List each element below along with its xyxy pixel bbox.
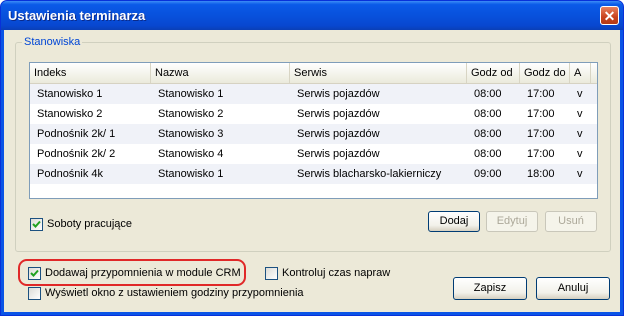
cell-serwis: Serwis pojazdów bbox=[297, 148, 380, 160]
cell-godz-od: 08:00 bbox=[474, 108, 502, 120]
usun-button[interactable]: Usuń bbox=[545, 211, 597, 232]
stanowiska-table[interactable]: Indeks Nazwa Serwis Godz od Godz do A St… bbox=[29, 62, 598, 199]
close-icon: ✕ bbox=[603, 8, 616, 24]
cell-serwis: Serwis blacharsko-lakierniczy bbox=[297, 168, 442, 180]
dialog-body: Stanowiska Indeks Nazwa Serwis Godz od G… bbox=[4, 30, 620, 312]
group-label: Stanowiska bbox=[22, 36, 83, 48]
cell-godz-od: 09:00 bbox=[474, 168, 502, 180]
cell-godz-do: 17:00 bbox=[527, 148, 555, 160]
column-header-nazwa[interactable]: Nazwa bbox=[151, 63, 290, 83]
cell-godz-do: 17:00 bbox=[527, 88, 555, 100]
cell-godz-do: 18:00 bbox=[527, 168, 555, 180]
column-header-godz-do[interactable]: Godz do bbox=[520, 63, 570, 83]
soboty-checkbox[interactable] bbox=[30, 217, 43, 231]
przypomnienia-checkbox-row[interactable]: Dodawaj przypomnienia w module CRM bbox=[28, 266, 241, 280]
cell-a: v bbox=[577, 88, 583, 100]
column-header-serwis[interactable]: Serwis bbox=[290, 63, 467, 83]
checkmark-icon bbox=[32, 220, 41, 228]
cell-serwis: Serwis pojazdów bbox=[297, 88, 380, 100]
kontroluj-label: Kontroluj czas napraw bbox=[282, 267, 391, 279]
window-title: Ustawienia terminarza bbox=[8, 8, 146, 23]
dodaj-button[interactable]: Dodaj bbox=[428, 211, 480, 232]
anuluj-button[interactable]: Anuluj bbox=[536, 277, 610, 300]
cell-indeks: Podnośnik 4k bbox=[37, 168, 104, 180]
okno-checkbox[interactable] bbox=[28, 286, 41, 300]
table-row[interactable]: Stanowisko 2 Stanowisko 2 Serwis pojazdó… bbox=[30, 104, 597, 124]
title-bar[interactable]: Ustawienia terminarza ✕ bbox=[1, 1, 623, 30]
cell-godz-od: 08:00 bbox=[474, 128, 502, 140]
cell-godz-do: 17:00 bbox=[527, 108, 555, 120]
kontroluj-checkbox[interactable] bbox=[265, 266, 278, 280]
cell-indeks: Stanowisko 2 bbox=[37, 108, 103, 120]
cell-godz-do: 17:00 bbox=[527, 128, 555, 140]
table-row[interactable]: Podnośnik 2k/ 1 Stanowisko 3 Serwis poja… bbox=[30, 124, 597, 144]
cell-a: v bbox=[577, 148, 583, 160]
okno-checkbox-row[interactable]: Wyświetl okno z ustawieniem godziny przy… bbox=[28, 286, 304, 300]
table-header: Indeks Nazwa Serwis Godz od Godz do A bbox=[30, 63, 597, 84]
przypomnienia-checkbox[interactable] bbox=[28, 266, 41, 280]
cell-nazwa: Stanowisko 3 bbox=[158, 128, 224, 140]
edytuj-button[interactable]: Edytuj bbox=[486, 211, 538, 232]
przypomnienia-label: Dodawaj przypomnienia w module CRM bbox=[45, 267, 241, 279]
cell-godz-od: 08:00 bbox=[474, 148, 502, 160]
close-button[interactable]: ✕ bbox=[600, 6, 619, 25]
settings-window: Ustawienia terminarza ✕ Stanowiska Indek… bbox=[0, 0, 624, 316]
cell-nazwa: Stanowisko 1 bbox=[158, 168, 224, 180]
cell-serwis: Serwis pojazdów bbox=[297, 128, 380, 140]
cell-godz-od: 08:00 bbox=[474, 88, 502, 100]
cell-a: v bbox=[577, 128, 583, 140]
table-row[interactable]: Podnośnik 4k Stanowisko 1 Serwis blachar… bbox=[30, 164, 597, 184]
zapisz-button[interactable]: Zapisz bbox=[453, 277, 527, 300]
column-header-indeks[interactable]: Indeks bbox=[30, 63, 151, 83]
soboty-label: Soboty pracujące bbox=[47, 218, 132, 230]
cell-nazwa: Stanowisko 2 bbox=[158, 108, 224, 120]
cell-a: v bbox=[577, 168, 583, 180]
column-header-a[interactable]: A bbox=[570, 63, 591, 83]
soboty-checkbox-row[interactable]: Soboty pracujące bbox=[30, 217, 132, 231]
column-header-godz-od[interactable]: Godz od bbox=[467, 63, 520, 83]
table-row[interactable]: Stanowisko 1 Stanowisko 1 Serwis pojazdó… bbox=[30, 84, 597, 104]
cell-serwis: Serwis pojazdów bbox=[297, 108, 380, 120]
cell-indeks: Stanowisko 1 bbox=[37, 88, 103, 100]
cell-indeks: Podnośnik 2k/ 2 bbox=[37, 148, 116, 160]
okno-label: Wyświetl okno z ustawieniem godziny przy… bbox=[45, 287, 304, 299]
stanowiska-group: Stanowiska Indeks Nazwa Serwis Godz od G… bbox=[15, 36, 611, 252]
cell-a: v bbox=[577, 108, 583, 120]
table-row[interactable]: Podnośnik 2k/ 2 Stanowisko 4 Serwis poja… bbox=[30, 144, 597, 164]
kontroluj-checkbox-row[interactable]: Kontroluj czas napraw bbox=[265, 266, 390, 280]
cell-nazwa: Stanowisko 1 bbox=[158, 88, 224, 100]
cell-indeks: Podnośnik 2k/ 1 bbox=[37, 128, 116, 140]
checkmark-icon bbox=[30, 269, 39, 277]
cell-nazwa: Stanowisko 4 bbox=[158, 148, 224, 160]
